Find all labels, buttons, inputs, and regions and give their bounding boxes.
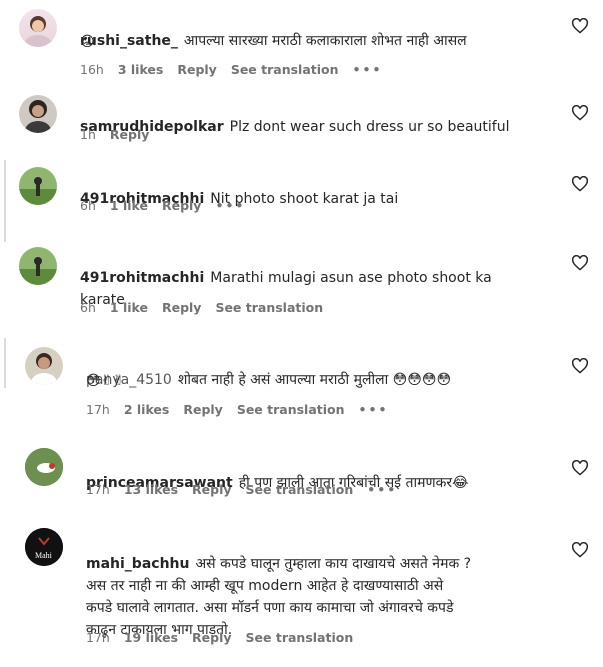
- likes-count[interactable]: 1 like: [110, 198, 148, 213]
- comment-meta: 16h 3 likes Reply See translation •••: [80, 62, 383, 77]
- likes-count[interactable]: 13 likes: [124, 482, 178, 497]
- reply-button[interactable]: Reply: [183, 402, 222, 417]
- more-options-button[interactable]: •••: [215, 198, 245, 213]
- comment-time: 6h: [80, 198, 96, 213]
- reply-button[interactable]: Reply: [162, 198, 201, 213]
- thread-divider: [4, 338, 6, 388]
- avatar[interactable]: [19, 9, 57, 47]
- see-translation-link[interactable]: See translation: [246, 630, 354, 645]
- likes-count[interactable]: 19 likes: [124, 630, 178, 645]
- comment-username[interactable]: rushi_sathe_: [80, 33, 178, 49]
- see-translation-link[interactable]: See translation: [246, 482, 354, 497]
- avatar-text: Mahi: [35, 551, 53, 560]
- heart-icon[interactable]: [571, 254, 589, 271]
- comment-body: शोबत नाही हे असं आपल्या मराठी मुलीला 😳😳😳…: [177, 372, 452, 388]
- heart-icon[interactable]: [571, 459, 589, 476]
- comment-body: Plz dont wear such dress ur so beautiful: [229, 119, 510, 135]
- see-translation-link[interactable]: See translation: [237, 402, 345, 417]
- comment-username[interactable]: 491rohitmachhi: [80, 270, 204, 286]
- reply-button[interactable]: Reply: [162, 300, 201, 315]
- more-options-button[interactable]: •••: [367, 482, 397, 497]
- likes-count[interactable]: 3 likes: [118, 62, 164, 77]
- avatar[interactable]: Mahi: [25, 528, 63, 566]
- avatar[interactable]: [25, 347, 63, 385]
- more-options-button[interactable]: •••: [353, 62, 383, 77]
- avatar[interactable]: [19, 95, 57, 133]
- comment-emoji: 😡: [80, 31, 95, 53]
- heart-icon[interactable]: [571, 104, 589, 121]
- comment-meta: 1h Reply: [80, 127, 149, 142]
- avatar[interactable]: [25, 448, 63, 486]
- reply-button[interactable]: Reply: [110, 127, 149, 142]
- see-translation-link[interactable]: See translation: [215, 300, 323, 315]
- comment-time: 6h: [80, 300, 96, 315]
- comment-body: आपल्या सारख्या मराठी कलाकाराला शोभत नाही…: [183, 33, 467, 49]
- more-options-button[interactable]: •••: [359, 402, 389, 417]
- reply-button[interactable]: Reply: [177, 62, 216, 77]
- comment-meta: 17h 13 likes Reply See translation •••: [86, 482, 397, 497]
- likes-count[interactable]: 1 like: [110, 300, 148, 315]
- avatar[interactable]: [19, 167, 57, 205]
- comment-meta: 6h 1 like Reply •••: [80, 198, 245, 213]
- comment-text: rushi_sathe_ आपल्या सारख्या मराठी कलाकारा…: [80, 8, 467, 52]
- comment-meta: 17h 19 likes Reply See translation: [86, 630, 353, 645]
- comment-username[interactable]: mahi_bachhu: [86, 556, 189, 572]
- angry-emoji: 😡: [80, 34, 95, 50]
- comment-text: mahi_bachhu असे कपडे घालून तुम्हाला काय द…: [86, 531, 471, 641]
- emoji-line: 😳✌✌: [86, 373, 125, 389]
- likes-count[interactable]: 2 likes: [124, 402, 170, 417]
- see-translation-link[interactable]: See translation: [231, 62, 339, 77]
- heart-icon[interactable]: [571, 17, 589, 34]
- heart-icon[interactable]: [571, 541, 589, 558]
- comment-emoji: 😳✌✌: [86, 370, 124, 392]
- reply-button[interactable]: Reply: [192, 630, 231, 645]
- comment-time: 17h: [86, 482, 110, 497]
- comment-time: 1h: [80, 127, 96, 142]
- comment-meta: 6h 1 like Reply See translation: [80, 300, 323, 315]
- heart-icon[interactable]: [571, 357, 589, 374]
- thread-divider: [4, 160, 6, 242]
- comment-text: panya_4510 शोबत नाही हे असं आपल्या मराठी …: [86, 347, 451, 391]
- comment-time: 17h: [86, 630, 110, 645]
- heart-icon[interactable]: [571, 175, 589, 192]
- comment-time: 16h: [80, 62, 104, 77]
- comment-meta: 17h 2 likes Reply See translation •••: [86, 402, 389, 417]
- reply-button[interactable]: Reply: [192, 482, 231, 497]
- avatar[interactable]: [19, 247, 57, 285]
- comment-time: 17h: [86, 402, 110, 417]
